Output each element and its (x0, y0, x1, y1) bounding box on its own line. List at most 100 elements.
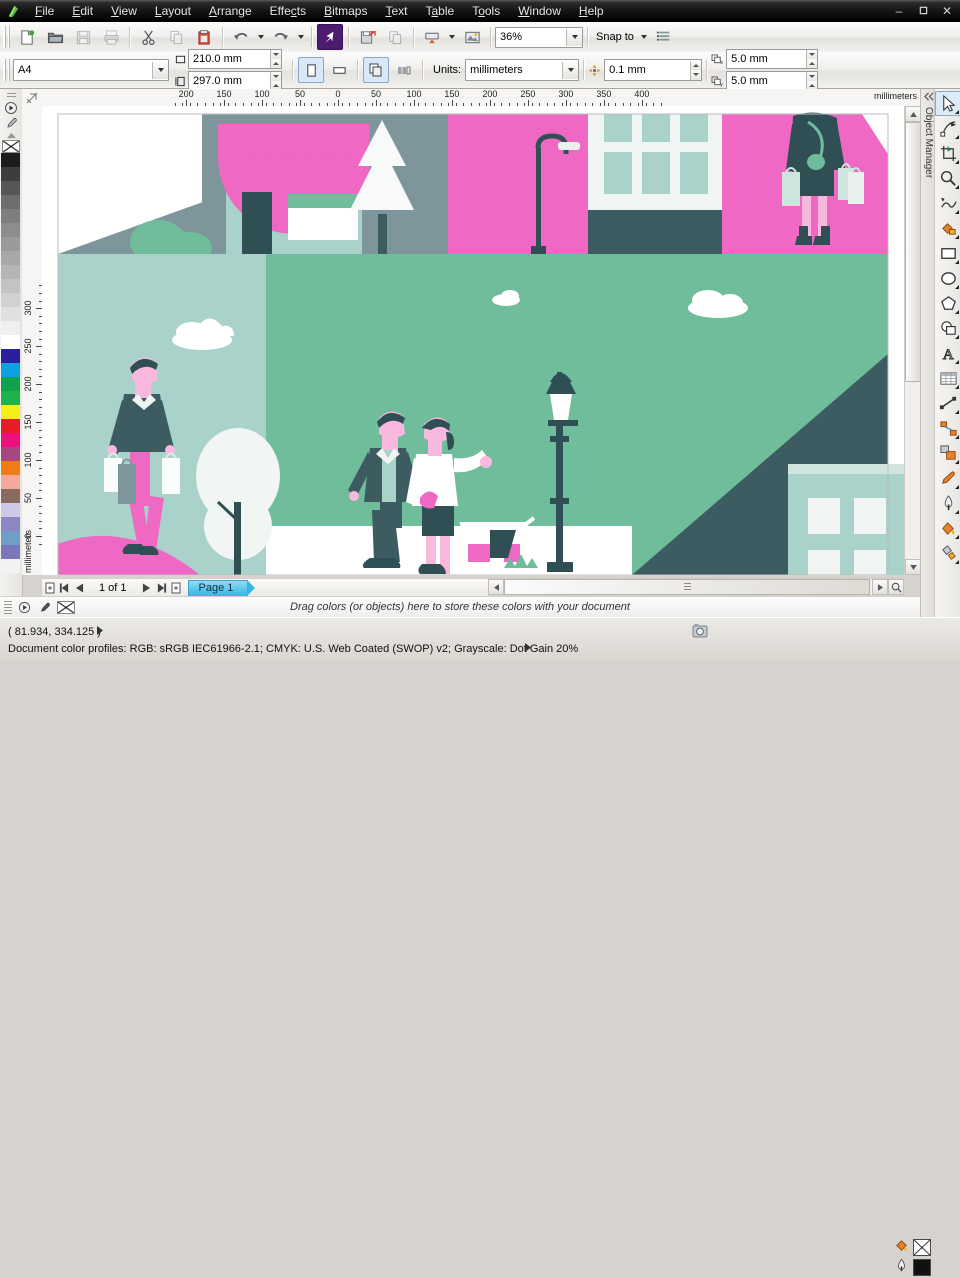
scroll-down-button[interactable] (905, 559, 921, 575)
orientation-portrait-button[interactable] (298, 57, 324, 83)
palette-swatch[interactable] (1, 461, 20, 475)
orientation-landscape-button[interactable] (326, 57, 352, 83)
tool-flyout-arrow[interactable] (955, 185, 959, 189)
tool-flyout-arrow[interactable] (955, 260, 959, 264)
palette-swatch[interactable] (1, 279, 20, 293)
toolbar-grip[interactable] (3, 26, 11, 48)
undo-dropdown-arrow[interactable] (258, 35, 264, 39)
palette-swatch[interactable] (1, 153, 20, 167)
document-palette[interactable]: Drag colors (or objects) here to store t… (0, 596, 920, 617)
rectangle-tool[interactable] (935, 241, 960, 266)
nudge-offset-spinner[interactable] (690, 61, 701, 80)
copy-button[interactable] (163, 24, 189, 50)
tool-flyout-arrow[interactable] (955, 560, 959, 564)
palette-swatch[interactable] (1, 559, 20, 573)
last-page-button[interactable] (154, 580, 169, 595)
coreldraw-balloon-icon[interactable] (0, 0, 26, 22)
page-width-spinner[interactable] (270, 50, 281, 68)
palette-swatch[interactable] (1, 419, 20, 433)
tool-flyout-arrow[interactable] (955, 385, 959, 389)
palette-swatch[interactable] (1, 335, 20, 349)
tool-flyout-arrow[interactable] (955, 285, 959, 289)
corel-connect-button[interactable] (459, 24, 485, 50)
page-width-field[interactable]: 210.0 mm (188, 49, 282, 69)
tool-flyout-arrow[interactable] (955, 210, 959, 214)
palette-swatch[interactable] (1, 321, 20, 335)
menu-help[interactable]: Help (570, 1, 613, 21)
undo-button[interactable] (228, 24, 254, 50)
page-height-spinner[interactable] (270, 72, 281, 90)
tool-flyout-arrow[interactable] (955, 510, 959, 514)
cut-button[interactable] (135, 24, 161, 50)
palette-swatch[interactable] (1, 517, 20, 531)
options-button[interactable] (651, 24, 677, 50)
zoom-level-combo[interactable]: 36% (495, 27, 583, 48)
tool-flyout-arrow[interactable] (955, 435, 959, 439)
color-profiles-expand-arrow[interactable] (524, 643, 532, 655)
menu-view[interactable]: View (102, 1, 146, 21)
no-color-swatch[interactable] (2, 140, 20, 153)
zoom-to-fit-button[interactable] (888, 579, 904, 595)
freehand-tool[interactable] (935, 191, 960, 216)
interactive-fill-tool[interactable] (935, 541, 960, 566)
menu-text[interactable]: Text (376, 1, 416, 21)
snapshot-icon[interactable] (692, 624, 708, 642)
palette-swatch-list[interactable] (0, 153, 22, 573)
menu-edit[interactable]: Edit (63, 1, 102, 21)
scroll-left-button[interactable] (488, 579, 504, 595)
toolbox[interactable]: A (934, 89, 960, 618)
palette-scroll-up-button[interactable] (2, 130, 20, 140)
tool-flyout-arrow[interactable] (955, 310, 959, 314)
add-page-before-button[interactable] (42, 580, 57, 595)
cursor-position-expand-arrow[interactable] (96, 626, 104, 638)
first-page-button[interactable] (57, 580, 72, 595)
text-tool[interactable]: A (935, 341, 960, 366)
open-document-button[interactable] (42, 24, 68, 50)
units-combo[interactable]: millimeters (465, 59, 579, 81)
tool-flyout-arrow[interactable] (955, 535, 959, 539)
palette-swatch[interactable] (1, 307, 20, 321)
palette-swatch[interactable] (1, 209, 20, 223)
palette-swatch[interactable] (1, 237, 20, 251)
publish-pdf-button[interactable] (382, 24, 408, 50)
palette-browser-icon[interactable] (2, 100, 20, 115)
restore-button[interactable] (916, 5, 930, 17)
dimension-tool[interactable] (935, 391, 960, 416)
palette-swatch[interactable] (1, 181, 20, 195)
palette-swatch[interactable] (1, 391, 20, 405)
tool-flyout-arrow[interactable] (955, 485, 959, 489)
fill-tool[interactable] (935, 516, 960, 541)
menu-effects[interactable]: Effects (261, 1, 315, 21)
horizontal-scrollbar[interactable] (488, 578, 904, 595)
vertical-scrollbar[interactable] (904, 106, 921, 575)
page-tab-page-1[interactable]: Page 1 (188, 580, 249, 596)
vertical-scroll-thumb[interactable] (905, 122, 921, 382)
smart-fill-tool[interactable] (935, 216, 960, 241)
next-page-button[interactable] (139, 580, 154, 595)
palette-swatch[interactable] (1, 167, 20, 181)
page-preset-combo[interactable]: A4 (13, 59, 169, 81)
palette-swatch[interactable] (1, 293, 20, 307)
tool-flyout-arrow[interactable] (955, 135, 959, 139)
palette-swatch[interactable] (1, 489, 20, 503)
save-document-button[interactable] (70, 24, 96, 50)
application-launcher-button[interactable] (419, 24, 445, 50)
new-document-button[interactable] (14, 24, 40, 50)
all-pages-button[interactable] (363, 57, 389, 83)
property-bar-grip[interactable] (3, 59, 11, 81)
polygon-tool[interactable] (935, 291, 960, 316)
palette-swatch[interactable] (1, 447, 20, 461)
artwork-illustration[interactable] (42, 106, 904, 575)
redo-button[interactable] (268, 24, 294, 50)
menu-arrange[interactable]: Arrange (200, 1, 261, 21)
palette-swatch[interactable] (1, 349, 20, 363)
palette-swatch[interactable] (1, 545, 20, 559)
page-preset-dropdown-arrow[interactable] (152, 62, 168, 79)
horizontal-scroll-thumb[interactable] (504, 579, 870, 595)
menu-file[interactable]: FFileile (26, 1, 63, 21)
zoom-tool[interactable] (935, 166, 960, 191)
close-button[interactable]: ✕ (940, 5, 954, 17)
palette-swatch[interactable] (1, 503, 20, 517)
scroll-up-button[interactable] (905, 106, 921, 122)
palette-swatch[interactable] (1, 531, 20, 545)
